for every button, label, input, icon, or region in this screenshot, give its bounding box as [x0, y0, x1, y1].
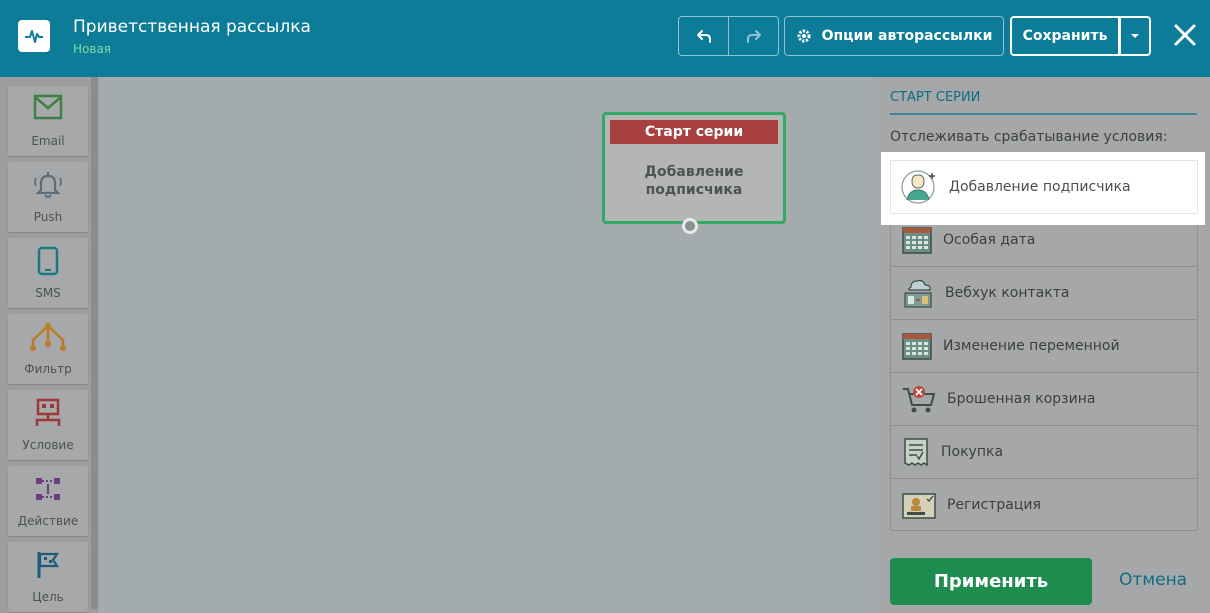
- filter-icon: [30, 323, 66, 351]
- phone-icon: [37, 246, 59, 276]
- autosend-options-label: Опции авторассылки: [821, 28, 993, 44]
- apply-button[interactable]: Применить: [890, 558, 1092, 605]
- cancel-link[interactable]: Отмена: [1119, 570, 1187, 590]
- tool-action-label: Действие: [17, 514, 79, 528]
- abandoned-cart-icon: [903, 386, 936, 413]
- selected-option-label: Добавление подписчика: [949, 179, 1131, 195]
- node-connector-handle[interactable]: [682, 218, 698, 234]
- node-body: Добавление подписчика: [605, 163, 783, 199]
- undo-icon: [696, 30, 711, 43]
- panel-title: СТАРТ СЕРИИ: [890, 90, 981, 105]
- toolbar-scrollbar[interactable]: [91, 77, 98, 609]
- condition-icon: [35, 398, 61, 426]
- registration-icon: [902, 493, 936, 519]
- tool-sms-label: SMS: [35, 286, 61, 300]
- trigger-option-purchase[interactable]: Покупка: [891, 425, 1197, 478]
- tool-condition[interactable]: Условие: [8, 390, 88, 460]
- add-subscriber-icon: [901, 170, 935, 204]
- calendar-grid-icon: [902, 333, 932, 360]
- action-icon: [36, 478, 60, 500]
- tool-action[interactable]: Действие: [8, 466, 88, 536]
- trigger-option-contact-webhook[interactable]: Вебхук контакта: [891, 266, 1197, 319]
- trigger-option-registration[interactable]: Регистрация: [891, 478, 1197, 531]
- app-header: Приветственная рассылка Новая Опции авто…: [0, 0, 1210, 77]
- trigger-option-variable-change[interactable]: Изменение переменной: [891, 319, 1197, 372]
- tool-condition-label: Условие: [22, 438, 74, 452]
- tool-email[interactable]: Email: [8, 86, 88, 156]
- email-icon: [33, 94, 63, 120]
- tool-push-label: Push: [33, 210, 63, 224]
- webhook-icon: [904, 279, 932, 308]
- caret-down-icon: [1131, 34, 1139, 38]
- close-icon: [1174, 24, 1196, 46]
- receipt-icon: [904, 438, 928, 467]
- status-label: Новая: [73, 42, 112, 56]
- tool-filter[interactable]: Фильтр: [8, 314, 88, 384]
- redo-button[interactable]: [729, 16, 779, 56]
- tool-goal-label: Цель: [32, 590, 64, 604]
- page-title: Приветственная рассылка: [73, 17, 311, 37]
- bell-icon: [34, 172, 62, 198]
- trigger-option-add-subscriber-selected[interactable]: Добавление подписчика: [890, 160, 1198, 213]
- app-logo-icon: [18, 20, 50, 52]
- save-button[interactable]: Сохранить: [1010, 16, 1120, 56]
- selected-option-divider: [890, 213, 1198, 214]
- panel-label: Отслеживать срабатывание условия:: [890, 129, 1168, 145]
- goal-flag-icon: [37, 552, 60, 578]
- gear-icon: [797, 29, 811, 43]
- node-header: Старт серии: [610, 120, 778, 144]
- trigger-option-abandoned-cart[interactable]: Брошенная корзина: [891, 372, 1197, 425]
- close-button[interactable]: [1168, 18, 1202, 52]
- tool-sms[interactable]: SMS: [8, 238, 88, 308]
- save-dropdown-button[interactable]: [1120, 16, 1151, 56]
- redo-icon: [746, 30, 761, 43]
- series-start-node[interactable]: Старт серии Добавление подписчика: [602, 112, 786, 224]
- panel-divider: [890, 113, 1197, 115]
- tool-email-label: Email: [31, 134, 65, 148]
- tool-push[interactable]: Push: [8, 162, 88, 232]
- autosend-options-button[interactable]: Опции авторассылки: [784, 16, 1004, 56]
- tool-goal[interactable]: Цель: [8, 542, 88, 612]
- undo-button[interactable]: [678, 16, 729, 56]
- node-trigger-label: Добавление подписчика: [644, 164, 744, 198]
- tool-filter-label: Фильтр: [24, 362, 72, 376]
- calendar-icon: [902, 227, 932, 254]
